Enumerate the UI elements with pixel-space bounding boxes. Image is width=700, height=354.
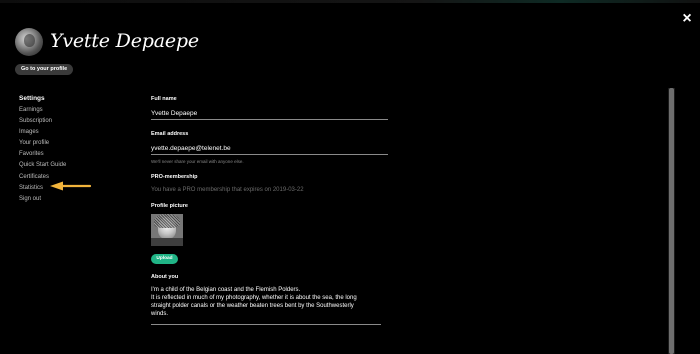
user-name: Yvette Depaepe (50, 30, 199, 52)
about-line: I'm a child of the Belgian coast and the… (151, 287, 301, 293)
sidebar-heading: Settings (19, 95, 45, 102)
membership-text: You have a PRO membership that expires o… (151, 187, 304, 193)
about-line: It is reflected in much of my photograph… (151, 295, 357, 302)
page-scrollbar[interactable] (668, 88, 675, 354)
page-scrollbar-thumb[interactable] (669, 88, 674, 354)
upload-button[interactable]: Upload (151, 254, 178, 264)
sidebar-item-favorites[interactable]: Favorites (19, 149, 129, 160)
sidebar-item-quick-start-guide[interactable]: Quick Start Guide (19, 160, 129, 171)
about-label: About you (151, 274, 179, 280)
annotation-arrow-icon (50, 181, 92, 191)
email-label: Email address (151, 131, 189, 137)
profile-picture-hair (154, 214, 180, 228)
full-name-label: Full name (151, 96, 177, 102)
profile-picture-label: Profile picture (151, 203, 188, 209)
top-bar (0, 0, 700, 3)
sidebar-item-your-profile[interactable]: Your profile (19, 138, 129, 149)
about-line: straight polder canals or the weather be… (151, 303, 354, 310)
sidebar-item-subscription[interactable]: Subscription (19, 116, 129, 127)
full-name-input[interactable]: Yvette Depaepe (151, 108, 388, 120)
email-input[interactable]: yvette.depaepe@telenet.be (151, 143, 388, 155)
profile-picture (151, 214, 183, 246)
sidebar-item-earnings[interactable]: Earnings (19, 105, 129, 116)
about-line: winds. (151, 311, 169, 318)
sidebar-item-sign-out[interactable]: Sign out (19, 194, 129, 205)
about-textarea[interactable]: I'm a child of the Belgian coast and the… (151, 286, 381, 325)
email-hint: We'll never share your email with anyone… (151, 159, 244, 164)
close-icon[interactable]: × (680, 11, 694, 27)
avatar (15, 28, 43, 56)
sidebar-item-images[interactable]: Images (19, 127, 129, 138)
profile-form: Full name Yvette Depaepe Email address y… (151, 96, 391, 325)
profile-picture-shoulders (151, 238, 183, 246)
membership-label: PRO-membership (151, 174, 198, 180)
go-to-profile-button[interactable]: Go to your profile (15, 64, 74, 75)
settings-page: × Yvette Depaepe Go to your profile Sett… (0, 0, 700, 354)
